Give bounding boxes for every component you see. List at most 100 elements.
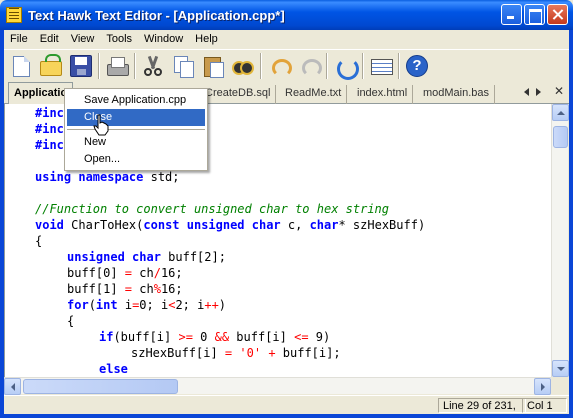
code-token: #inc (35, 122, 64, 136)
status-column: Col 1 (522, 398, 567, 413)
help-button[interactable]: ? (402, 51, 432, 81)
code-line: { (67, 313, 74, 329)
window-frame-bottom (0, 414, 573, 418)
scroll-up-button[interactable] (552, 104, 569, 121)
tab-scroll-right-icon[interactable] (536, 88, 541, 96)
open-file-button[interactable] (36, 51, 66, 81)
redo-icon (298, 55, 322, 77)
save-icon (70, 55, 92, 77)
code-line: buff[0] = ch/16; (67, 265, 183, 281)
vertical-scrollbar[interactable] (551, 104, 569, 377)
code-token: buff[i]; (275, 346, 341, 360)
menu-item-new[interactable]: New (67, 134, 205, 151)
open-icon (40, 54, 62, 76)
vertical-scroll-thumb[interactable] (553, 126, 568, 148)
print-button[interactable] (102, 51, 132, 81)
tab-readme-txt[interactable]: ReadMe.txt (280, 85, 348, 104)
arrow-right-icon (540, 382, 545, 391)
horizontal-scrollbar[interactable] (4, 377, 551, 395)
redo-button[interactable] (294, 51, 324, 81)
help-icon: ? (406, 55, 428, 77)
save-file-button[interactable] (66, 51, 96, 81)
menu-item-open[interactable]: Open... (67, 151, 205, 168)
tab-scroll-left-icon[interactable] (524, 88, 529, 96)
code-token: else (99, 362, 128, 376)
code-line: void CharToHex(const unsigned char c, ch… (35, 217, 425, 233)
undo-button[interactable] (264, 51, 294, 81)
horizontal-scroll-thumb[interactable] (23, 379, 178, 394)
code-token: #inc (35, 138, 64, 152)
code-token: 0 (192, 330, 215, 344)
code-token: c, (280, 218, 310, 232)
new-file-button[interactable] (6, 51, 36, 81)
code-token: i (117, 298, 133, 312)
app-icon[interactable] (6, 7, 22, 23)
code-token: buff[0] (67, 266, 125, 280)
menu-window[interactable]: Window (138, 30, 189, 49)
toolbar-separator (362, 53, 364, 79)
code-operator: ++ (204, 298, 219, 312)
code-token: if (99, 330, 114, 344)
cut-button[interactable] (138, 51, 168, 81)
code-token: int (95, 298, 118, 312)
status-bar: Line 29 of 231, Col 1 (4, 395, 569, 414)
menu-tools[interactable]: Tools (100, 30, 138, 49)
code-token: CharToHex( (63, 218, 144, 232)
code-line: { (35, 233, 42, 249)
paste-button[interactable] (198, 51, 228, 81)
hand-cursor-icon (93, 114, 109, 136)
arrow-down-icon (556, 366, 565, 371)
code-operator: = (124, 266, 133, 280)
code-line: //Function to convert unsigned char to h… (35, 201, 389, 217)
word-wrap-button[interactable] (366, 51, 396, 81)
new-icon (12, 55, 30, 77)
code-line: for(int i=0; i<2; i++) (67, 297, 226, 313)
code-line: using namespace std; (35, 169, 180, 185)
code-line: #inc (35, 137, 64, 153)
code-operator: = (124, 282, 133, 296)
refresh-button[interactable] (330, 51, 360, 81)
code-line: unsigned char buff[2]; (67, 249, 226, 265)
copy-icon (172, 55, 194, 78)
tab-createdb-sql[interactable]: CreateDB.sql (200, 85, 277, 104)
code-token: ch (132, 266, 154, 280)
code-line: #inc (35, 121, 64, 137)
toolbar-separator (98, 53, 100, 79)
menu-file[interactable]: File (4, 30, 34, 49)
code-token: 16; (160, 266, 183, 280)
scrollbar-corner (551, 377, 568, 394)
menu-item-save-application[interactable]: Save Application.cpp (67, 92, 205, 109)
arrow-left-icon (10, 382, 15, 391)
scroll-down-button[interactable] (552, 360, 569, 377)
minimize-button[interactable] (501, 4, 522, 25)
find-button[interactable] (228, 51, 258, 81)
toolbar-separator (134, 53, 136, 79)
code-line: #inc (35, 105, 64, 121)
code-token: { (67, 314, 75, 328)
maximize-button[interactable] (524, 4, 545, 25)
toolbar: ? (4, 49, 569, 82)
title-bar[interactable]: Text Hawk Text Editor - [Application.cpp… (0, 0, 573, 30)
code-token: buff[i] (229, 330, 295, 344)
window-frame-right (569, 30, 573, 418)
menu-help[interactable]: Help (189, 30, 224, 49)
code-token: 16; (160, 282, 183, 296)
toolbar-separator (326, 53, 328, 79)
close-window-button[interactable] (547, 4, 568, 25)
menu-edit[interactable]: Edit (34, 30, 65, 49)
code-token: * szHexBuff) (338, 218, 426, 232)
code-token: std; (143, 170, 180, 184)
code-operator: % (153, 282, 161, 296)
tab-index-html[interactable]: index.html (352, 85, 414, 104)
code-token: buff[2]; (160, 250, 226, 264)
copy-button[interactable] (168, 51, 198, 81)
menu-view[interactable]: View (65, 30, 101, 49)
tab-modmain-bas[interactable]: modMain.bas (418, 85, 496, 104)
scroll-left-button[interactable] (4, 378, 21, 395)
code-string: '0' (239, 346, 262, 360)
code-token: szHexBuff[i] (131, 346, 225, 360)
code-operator: + (268, 346, 276, 360)
tab-close-icon[interactable]: ✕ (554, 84, 564, 98)
scroll-right-button[interactable] (534, 378, 551, 395)
menu-item-close[interactable]: Close (67, 109, 205, 126)
